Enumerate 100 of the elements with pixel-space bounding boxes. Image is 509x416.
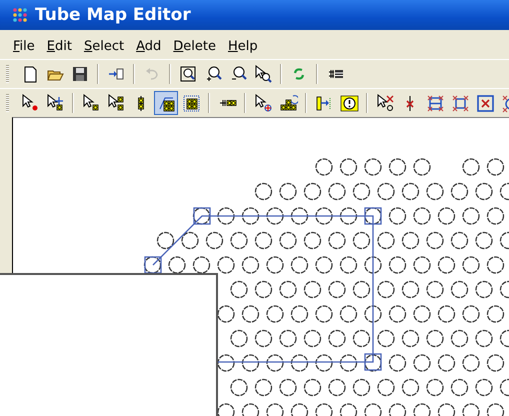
station-circle (475, 232, 493, 250)
station-circle (217, 207, 235, 225)
station-circle (328, 182, 346, 200)
station-circle (364, 207, 382, 225)
menu-item[interactable]: Select (78, 36, 130, 56)
arrow-nodes-icon (314, 94, 334, 112)
station-circle (340, 207, 358, 225)
menu-item[interactable]: File (8, 36, 40, 56)
zoom-fit-icon (178, 64, 198, 84)
delete-grid-icon (426, 94, 444, 112)
station-circle (242, 207, 260, 225)
station-circle (206, 232, 224, 250)
warning-icon (340, 94, 358, 112)
pointer-move-icon (46, 94, 64, 112)
station-circle (486, 207, 504, 225)
station-circle (168, 256, 186, 274)
station-circle (413, 256, 431, 274)
station-circle (402, 330, 420, 348)
station-circle (230, 280, 248, 298)
station-circle (315, 354, 333, 372)
delete-corners-icon (450, 94, 470, 112)
station-circle (352, 232, 370, 250)
station-circle (144, 256, 162, 274)
station-circle (315, 207, 333, 225)
menu-item[interactable]: Delete (168, 36, 221, 56)
station-circle (328, 330, 346, 348)
station-circle (388, 354, 406, 372)
window-title: Tube Map Editor (35, 5, 191, 25)
station-circle (328, 232, 346, 250)
station-circle (279, 182, 297, 200)
station-circle (486, 354, 504, 372)
station-circle (462, 256, 480, 274)
station-circle (438, 256, 456, 274)
station-circle (217, 305, 235, 323)
station-circle (426, 182, 444, 200)
station-circle (315, 158, 333, 176)
station-circle (388, 305, 406, 323)
selection-handle[interactable] (364, 207, 382, 225)
node-grid-icon (182, 94, 200, 112)
station-circle (304, 232, 322, 250)
station-circle (438, 207, 456, 225)
station-circle (402, 182, 420, 200)
station-circle (304, 378, 322, 396)
station-circle (328, 378, 346, 396)
pointer-add-icon (254, 94, 272, 112)
selection-handle[interactable] (193, 207, 211, 225)
station-circle (254, 378, 272, 396)
station-circle (426, 330, 444, 348)
station-circle (462, 354, 480, 372)
selection-handle[interactable] (364, 353, 382, 371)
station-circle (426, 280, 444, 298)
pointer-dot-icon (20, 94, 40, 112)
station-circle (352, 280, 370, 298)
station-circle (450, 182, 468, 200)
station-circle (242, 256, 260, 274)
station-circle (279, 378, 297, 396)
menu-item[interactable]: Edit (42, 36, 77, 56)
pointer-delete-icon (376, 94, 394, 112)
station-circle (486, 256, 504, 274)
station-circle (377, 378, 395, 396)
station-circle (377, 182, 395, 200)
station-circle (290, 256, 308, 274)
zoom-select-icon (254, 64, 272, 84)
station-circle (377, 330, 395, 348)
station-circle (364, 256, 382, 274)
station-circle (290, 354, 308, 372)
station-circle (254, 280, 272, 298)
station-circle (426, 232, 444, 250)
station-circle (377, 232, 395, 250)
station-circle (377, 280, 395, 298)
station-circle (328, 280, 346, 298)
station-circle (352, 330, 370, 348)
station-circle (254, 232, 272, 250)
station-circle (279, 280, 297, 298)
station-circle (486, 158, 504, 176)
station-circle (340, 256, 358, 274)
station-circle (450, 378, 468, 396)
station-circle (388, 256, 406, 274)
station-circle (279, 232, 297, 250)
station-circle (290, 207, 308, 225)
station-circle (304, 330, 322, 348)
menu-item[interactable]: Add (131, 36, 166, 56)
app-icon (12, 7, 28, 23)
station-circle (266, 354, 284, 372)
station-circle (413, 305, 431, 323)
station-circle (388, 158, 406, 176)
station-circle (486, 305, 504, 323)
menu-item[interactable]: Help (223, 36, 263, 56)
toolbar-button[interactable] (154, 91, 178, 115)
station-circle (462, 305, 480, 323)
station-circle (304, 280, 322, 298)
station-circle (156, 232, 174, 250)
pointer-node-icon (82, 94, 100, 112)
station-circle (352, 182, 370, 200)
station-circle (462, 207, 480, 225)
selection-handle[interactable] (144, 256, 162, 274)
delete-box-icon (476, 94, 494, 112)
station-circle (388, 207, 406, 225)
station-circle (242, 305, 260, 323)
station-circle (426, 378, 444, 396)
